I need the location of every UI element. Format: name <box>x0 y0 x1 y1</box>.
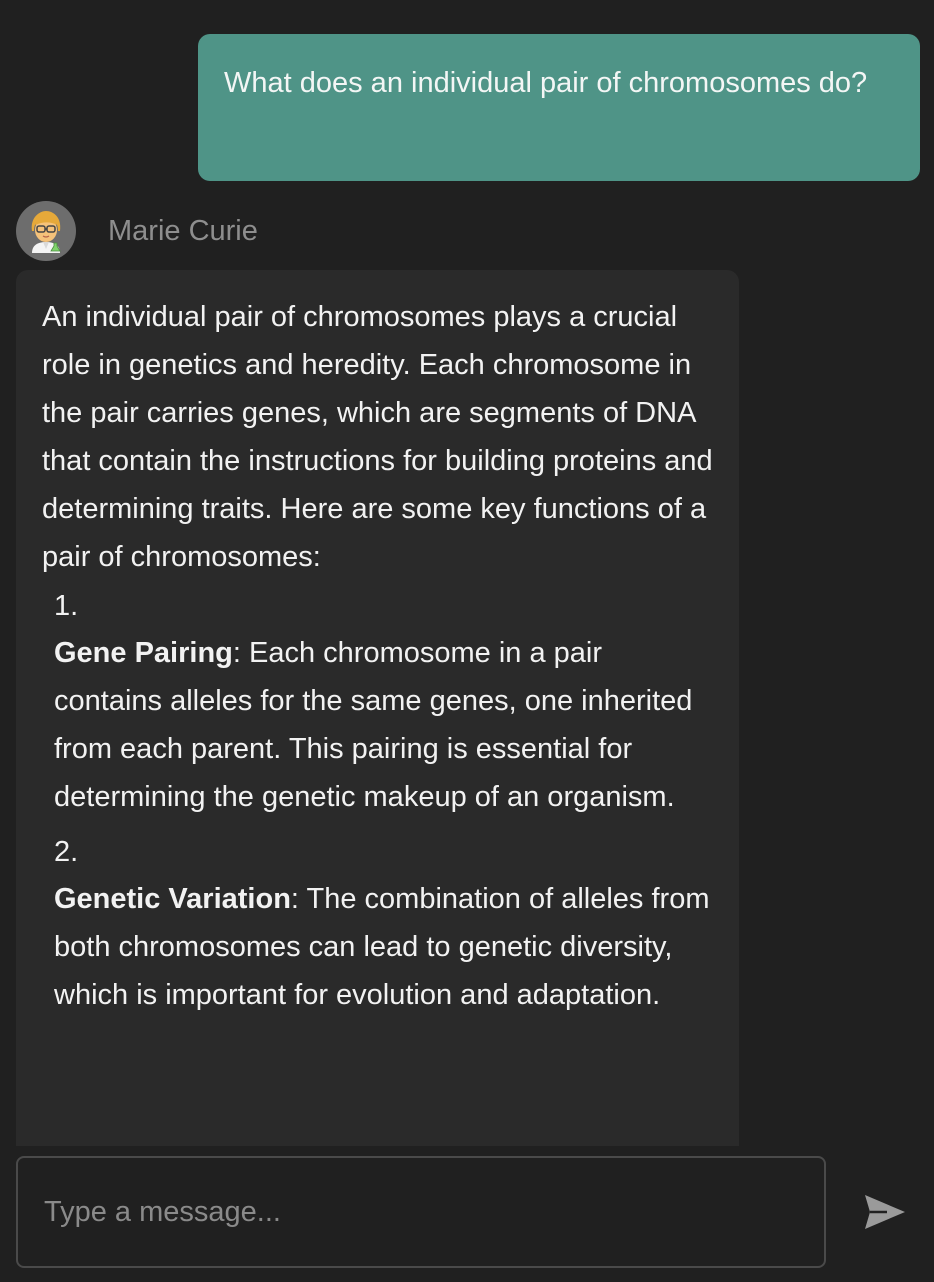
assistant-message-bubble: An individual pair of chromosomes plays … <box>16 270 739 1146</box>
list-item: 2. Genetic Variation: The combination of… <box>42 829 713 1019</box>
list-item-title: Genetic Variation <box>54 883 291 915</box>
chat-page: What does an individual pair of chromoso… <box>0 0 934 1282</box>
list-item-body: Gene Pairing: Each chromosome in a pair … <box>54 629 713 821</box>
list-item-number: 2. <box>54 836 79 868</box>
list-item-body: Genetic Variation: The combination of al… <box>54 875 713 1019</box>
assistant-name: Marie Curie <box>108 215 258 247</box>
message-input[interactable] <box>44 1158 794 1266</box>
user-message-text: What does an individual pair of chromoso… <box>224 67 868 99</box>
send-button[interactable] <box>860 1190 910 1234</box>
assistant-intro-text: An individual pair of chromosomes plays … <box>42 301 713 573</box>
list-item-title: Gene Pairing <box>54 637 233 669</box>
list-item: 1. Gene Pairing: Each chromosome in a pa… <box>42 583 713 821</box>
list-item-number: 1. <box>54 590 79 622</box>
send-icon <box>865 1195 905 1229</box>
user-message-bubble: What does an individual pair of chromoso… <box>198 34 920 181</box>
assistant-avatar <box>16 201 76 261</box>
message-composer <box>16 1156 826 1268</box>
scientist-woman-icon <box>31 211 61 253</box>
